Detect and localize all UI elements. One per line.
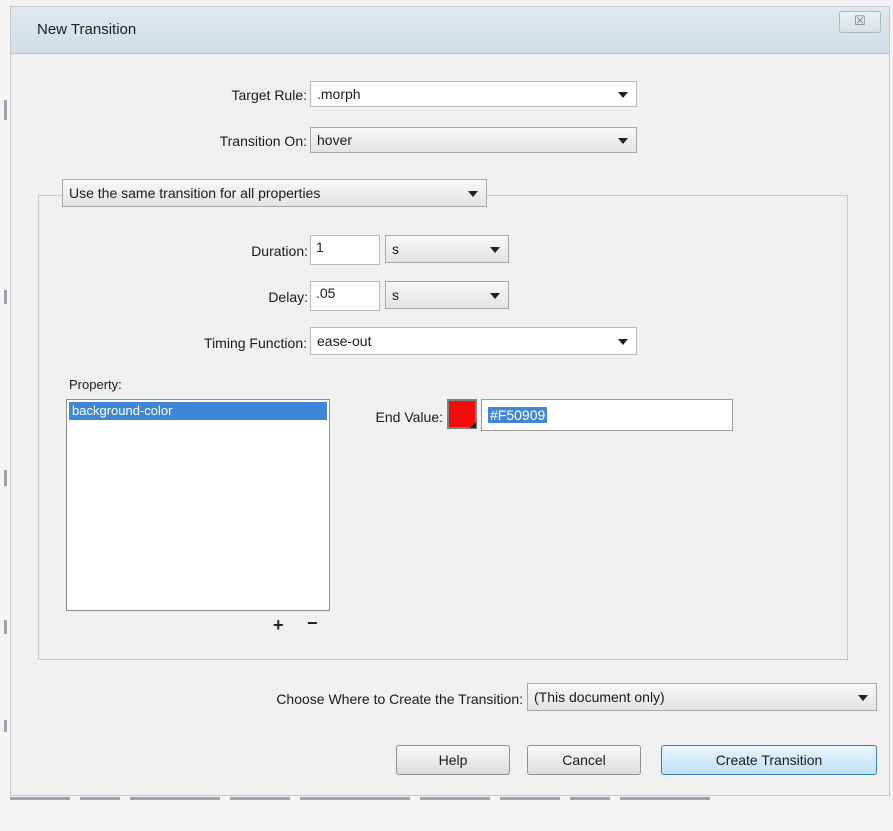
chevron-down-icon — [490, 293, 500, 299]
chevron-down-icon — [490, 247, 500, 253]
duration-unit-select[interactable]: s — [385, 235, 509, 263]
end-value-label: End Value: — [375, 409, 443, 425]
destination-label: Choose Where to Create the Transition: — [276, 691, 523, 707]
background-strip — [0, 0, 10, 831]
delay-unit-select[interactable]: s — [385, 281, 509, 309]
duration-input[interactable]: 1 — [310, 235, 380, 265]
mode-value: Use the same transition for all properti… — [69, 185, 321, 201]
remove-property-button[interactable]: − — [307, 613, 318, 634]
chevron-down-icon — [858, 695, 868, 701]
timing-function-label: Timing Function: — [204, 335, 307, 351]
create-transition-button[interactable]: Create Transition — [661, 745, 877, 775]
color-swatch[interactable] — [447, 399, 477, 429]
duration-label: Duration: — [251, 243, 308, 259]
add-property-button[interactable]: + — [273, 615, 284, 636]
list-item[interactable]: background-color — [69, 402, 327, 420]
end-value-text: #F50909 — [488, 407, 548, 423]
title-bar: New Transition ☒ — [11, 7, 889, 54]
property-list[interactable]: background-color — [66, 399, 330, 611]
close-icon[interactable]: ☒ — [839, 11, 881, 33]
mode-select[interactable]: Use the same transition for all properti… — [62, 179, 487, 207]
target-rule-value: .morph — [317, 86, 361, 102]
timing-function-value: ease-out — [317, 333, 372, 349]
dialog-title: New Transition — [37, 21, 137, 38]
transition-on-value: hover — [317, 132, 353, 148]
transition-on-label: Transition On: — [219, 133, 307, 149]
timing-function-select[interactable]: ease-out — [310, 327, 637, 355]
dropdown-corner-icon — [470, 422, 476, 428]
cancel-button[interactable]: Cancel — [527, 745, 641, 775]
chevron-down-icon — [468, 191, 478, 197]
end-value-input[interactable]: #F50909 — [481, 399, 733, 431]
chevron-down-icon — [618, 92, 628, 98]
target-rule-label: Target Rule: — [231, 87, 307, 103]
property-label: Property: — [69, 377, 122, 392]
duration-unit-value: s — [392, 241, 399, 257]
delay-unit-value: s — [392, 287, 399, 303]
destination-value: (This document only) — [534, 689, 665, 705]
target-rule-select[interactable]: .morph — [310, 81, 637, 107]
delay-input[interactable]: .05 — [310, 281, 380, 311]
destination-select[interactable]: (This document only) — [527, 683, 877, 711]
help-button[interactable]: Help — [396, 745, 510, 775]
taskbar-strip — [10, 796, 710, 802]
new-transition-dialog: New Transition ☒ Target Rule: .morph Tra… — [10, 6, 890, 796]
chevron-down-icon — [618, 138, 628, 144]
chevron-down-icon — [618, 339, 628, 345]
delay-label: Delay: — [268, 289, 308, 305]
transition-on-select[interactable]: hover — [310, 127, 637, 153]
